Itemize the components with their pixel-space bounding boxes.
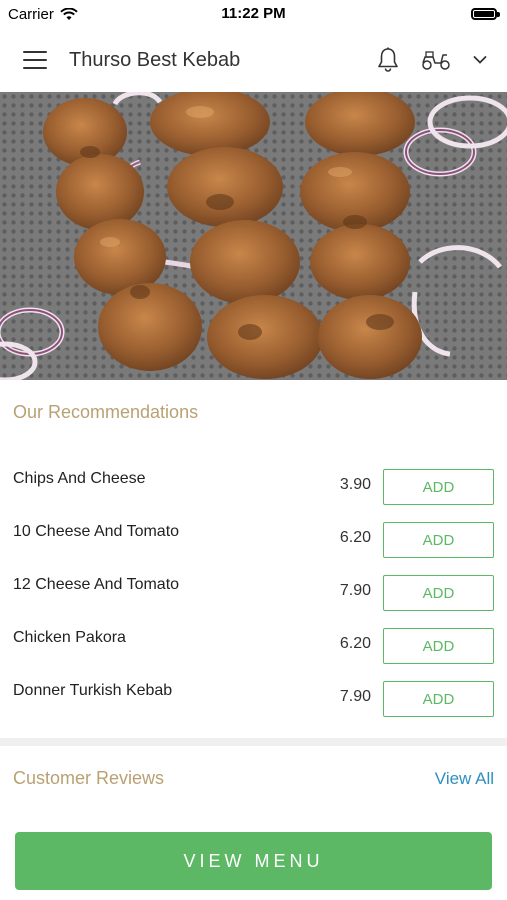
kebab-skewers-image: [0, 92, 507, 380]
app-header: Thurso Best Kebab: [0, 28, 507, 92]
item-price: 6.20: [339, 635, 371, 652]
item-price: 6.20: [339, 529, 371, 546]
status-time: 11:22 PM: [221, 5, 286, 22]
list-item: Chicken Pakora 6.20 ADD: [0, 619, 507, 672]
item-name: Donner Turkish Kebab: [13, 682, 173, 699]
status-bar: Carrier 11:22 PM: [0, 0, 507, 28]
item-price: 7.90: [339, 688, 371, 705]
item-price: 7.90: [339, 582, 371, 599]
delivery-scooter-icon[interactable]: [421, 49, 451, 71]
recommendations-list: Chips And Cheese 3.90 ADD 10 Cheese And …: [0, 460, 507, 725]
list-item: 12 Cheese And Tomato 7.90 ADD: [0, 566, 507, 619]
item-name: Chicken Pakora: [13, 629, 126, 646]
battery-icon: [471, 8, 500, 20]
reviews-title: Customer Reviews: [13, 768, 165, 788]
bell-icon[interactable]: [377, 47, 399, 73]
item-name: 10 Cheese And Tomato: [13, 523, 180, 540]
view-menu-button[interactable]: VIEW MENU: [15, 832, 492, 890]
add-button[interactable]: ADD: [383, 628, 494, 664]
add-button[interactable]: ADD: [383, 469, 494, 505]
add-button[interactable]: ADD: [383, 575, 494, 611]
chevron-down-icon[interactable]: [473, 55, 487, 65]
item-price: 3.90: [339, 476, 371, 493]
page-title: Thurso Best Kebab: [69, 48, 241, 71]
add-button[interactable]: ADD: [383, 681, 494, 717]
view-all-link[interactable]: View All: [435, 769, 494, 789]
item-name: 12 Cheese And Tomato: [13, 576, 180, 593]
list-item: Chips And Cheese 3.90 ADD: [0, 460, 507, 513]
item-name: Chips And Cheese: [13, 470, 146, 487]
recommendations-title: Our Recommendations: [13, 402, 199, 422]
hero-image: [0, 92, 507, 380]
list-item: 10 Cheese And Tomato 6.20 ADD: [0, 513, 507, 566]
section-divider: [0, 738, 507, 746]
list-item: Donner Turkish Kebab 7.90 ADD: [0, 672, 507, 725]
menu-icon[interactable]: [23, 51, 47, 69]
add-button[interactable]: ADD: [383, 522, 494, 558]
